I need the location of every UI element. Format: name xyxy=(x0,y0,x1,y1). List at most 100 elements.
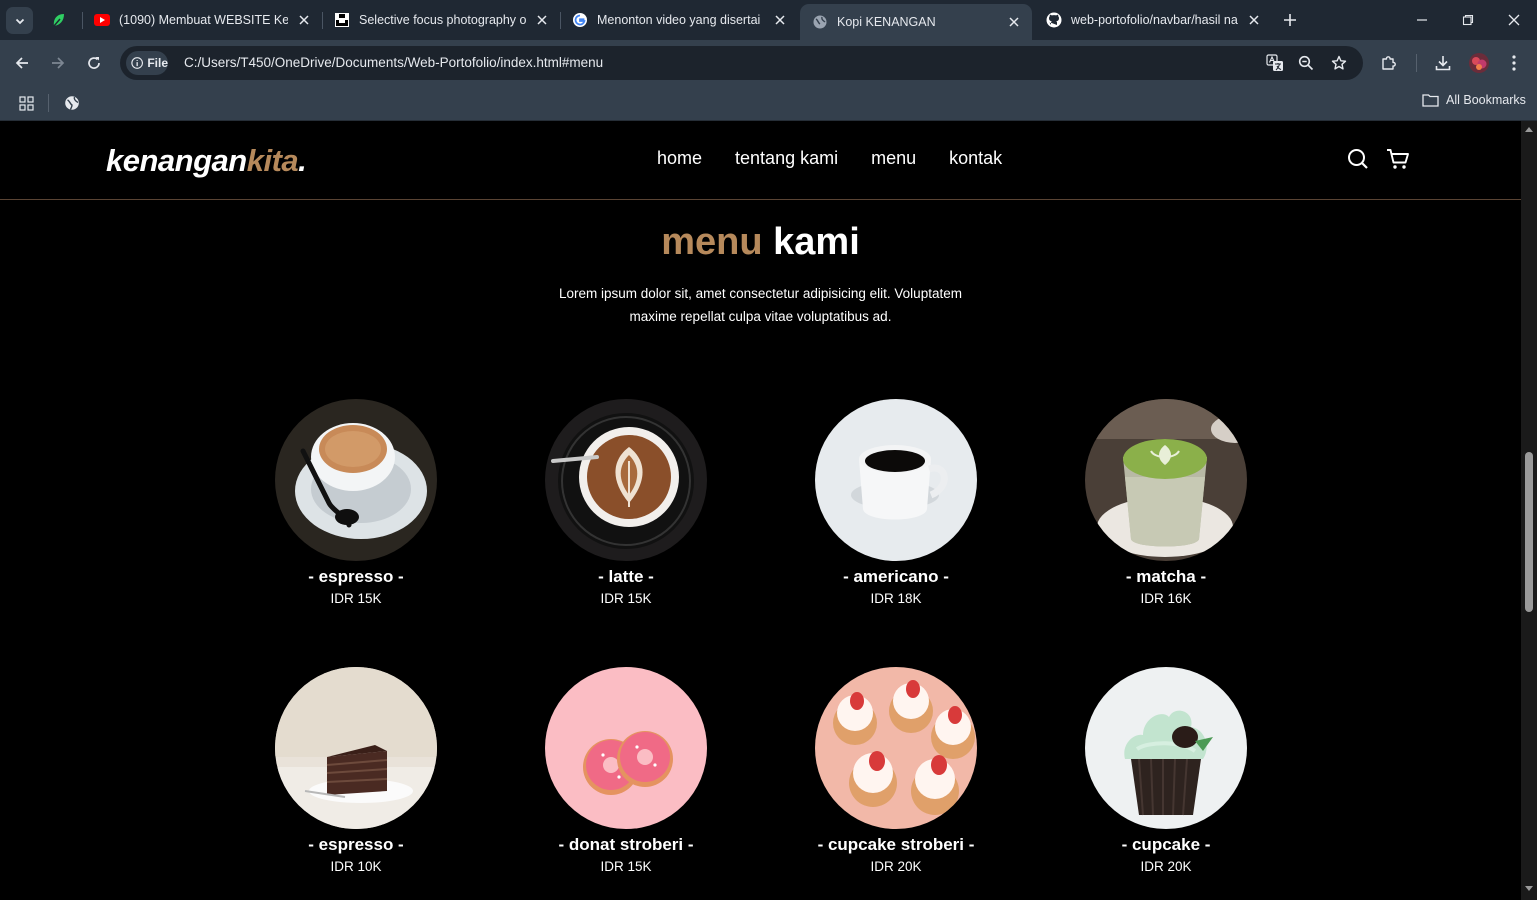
espresso-image xyxy=(275,399,437,561)
all-bookmarks-label: All Bookmarks xyxy=(1446,93,1526,107)
google-icon xyxy=(572,12,588,28)
chevron-down-icon xyxy=(15,18,24,24)
reload-icon xyxy=(88,57,100,69)
nav-links: home tentang kami menu kontak xyxy=(657,148,1035,169)
apps-button[interactable] xyxy=(15,92,37,114)
address-bar[interactable]: File C:/Users/T450/OneDrive/Documents/We… xyxy=(120,46,1363,80)
back-button[interactable] xyxy=(9,50,35,76)
logo-accent: kita xyxy=(246,143,299,178)
bookmarks-bar: All Bookmarks xyxy=(0,86,1537,121)
close-tab-icon[interactable] xyxy=(534,12,550,28)
menu-card[interactable]: - espresso - IDR 10K xyxy=(236,667,476,874)
logo-main: kenangan xyxy=(106,143,247,178)
logo-dot: . xyxy=(298,143,307,178)
tab-title: (1090) Membuat WEBSITE Kedai xyxy=(119,13,288,27)
web-page: kenangankita. home tentang kami menu kon… xyxy=(0,121,1521,900)
close-tab-icon[interactable] xyxy=(296,12,312,28)
search-icon xyxy=(1348,149,1368,169)
arrow-right-icon xyxy=(52,57,65,69)
menu-card[interactable]: - espresso - IDR 15K xyxy=(236,399,476,606)
menu-item-price: IDR 20K xyxy=(870,859,922,874)
minimize-button[interactable] xyxy=(1410,8,1434,32)
menu-item-name: - latte - xyxy=(598,567,654,586)
apps-grid-icon xyxy=(18,95,34,111)
tab-unsplash[interactable]: Selective focus photography of xyxy=(322,6,560,34)
menu-card[interactable]: - donat stroberi - IDR 15K xyxy=(506,667,746,874)
close-tab-icon[interactable] xyxy=(1246,12,1262,28)
nav-link-menu[interactable]: menu xyxy=(871,148,916,169)
page-scrollbar[interactable] xyxy=(1521,121,1537,900)
menu-heading: menu kami xyxy=(0,221,1521,264)
globe-icon xyxy=(812,14,828,30)
youtube-icon xyxy=(94,12,110,28)
unsplash-icon xyxy=(334,12,350,28)
translate-icon xyxy=(1266,54,1283,71)
matcha-image xyxy=(1085,399,1247,561)
tab-strip: (1090) Membuat WEBSITE Kedai Selective f… xyxy=(0,0,1537,40)
nav-link-home[interactable]: home xyxy=(657,148,702,169)
globe-icon xyxy=(65,96,79,110)
bookmark-globe[interactable] xyxy=(61,92,83,114)
close-tab-icon[interactable] xyxy=(1006,14,1022,30)
url-text[interactable]: C:/Users/T450/OneDrive/Documents/Web-Por… xyxy=(184,55,603,70)
info-icon xyxy=(131,57,144,69)
site-search-button[interactable] xyxy=(1345,146,1371,172)
bookmark-star-button[interactable] xyxy=(1329,53,1349,73)
site-logo[interactable]: kenangankita. xyxy=(106,143,307,179)
menu-card[interactable]: - latte - IDR 15K xyxy=(506,399,746,606)
folder-icon xyxy=(1422,94,1439,107)
puzzle-icon xyxy=(1382,56,1396,70)
tab-search-button[interactable] xyxy=(6,7,33,34)
toolbar-divider xyxy=(1416,54,1417,72)
shopping-cart-button[interactable] xyxy=(1385,146,1411,172)
close-tab-icon[interactable] xyxy=(772,12,788,28)
menu-item-name: - cupcake stroberi - xyxy=(817,835,975,854)
tab-title: web-portofolio/navbar/hasil na xyxy=(1071,13,1238,27)
site-info-chip[interactable]: File xyxy=(126,51,168,75)
browser-toolbar: File C:/Users/T450/OneDrive/Documents/We… xyxy=(0,40,1537,86)
restore-button[interactable] xyxy=(1456,8,1480,32)
menu-card[interactable]: - cupcake stroberi - IDR 20K xyxy=(776,667,1016,874)
downloads-button[interactable] xyxy=(1431,51,1455,75)
tab-kopi-kenangan[interactable]: Kopi KENANGAN xyxy=(800,4,1032,40)
tab-title: Menonton video yang disertai p xyxy=(597,13,764,27)
tab-google[interactable]: Menonton video yang disertai p xyxy=(560,6,798,34)
site-chip-label: File xyxy=(147,56,168,70)
tab-youtube[interactable]: (1090) Membuat WEBSITE Kedai xyxy=(82,6,322,34)
star-icon xyxy=(1331,55,1347,70)
menu-item-name: - matcha - xyxy=(1125,567,1207,586)
menu-item-price: IDR 10K xyxy=(330,859,382,874)
menu-item-name: - espresso - xyxy=(308,835,404,854)
nav-link-kontak[interactable]: kontak xyxy=(949,148,1002,169)
download-icon xyxy=(1435,56,1451,71)
profile-button[interactable] xyxy=(1467,51,1491,75)
tab-github[interactable]: web-portofolio/navbar/hasil na xyxy=(1034,6,1272,34)
reload-button[interactable] xyxy=(81,50,107,76)
new-tab-button[interactable] xyxy=(1279,9,1301,31)
menu-heading-rest: kami xyxy=(773,221,860,263)
menu-card[interactable]: - matcha - IDR 16K xyxy=(1046,399,1286,606)
extensions-button[interactable] xyxy=(1377,51,1401,75)
menu-card[interactable]: - americano - IDR 18K xyxy=(776,399,1016,606)
americano-image xyxy=(815,399,977,561)
nav-link-tentang-kami[interactable]: tentang kami xyxy=(735,148,838,169)
scroll-down-arrow-icon[interactable] xyxy=(1524,884,1534,894)
browser-menu-button[interactable] xyxy=(1502,51,1526,75)
all-bookmarks-button[interactable]: All Bookmarks xyxy=(1422,93,1526,107)
scroll-up-arrow-icon[interactable] xyxy=(1524,124,1534,134)
scrollbar-thumb[interactable] xyxy=(1525,452,1533,612)
menu-item-name: - espresso - xyxy=(308,567,404,586)
menu-item-price: IDR 15K xyxy=(600,859,652,874)
latte-image xyxy=(545,399,707,561)
translate-button[interactable] xyxy=(1265,53,1285,73)
forward-button[interactable] xyxy=(45,50,71,76)
close-window-button[interactable] xyxy=(1502,8,1526,32)
close-icon xyxy=(1508,14,1520,26)
cupcake-image xyxy=(1085,667,1247,829)
menu-item-name: - cupcake - xyxy=(1121,835,1211,854)
menu-card[interactable]: - cupcake - IDR 20K xyxy=(1046,667,1286,874)
tab-title: Selective focus photography of xyxy=(359,13,526,27)
pinned-tab[interactable] xyxy=(46,8,72,32)
zoom-button[interactable] xyxy=(1296,53,1316,73)
extension-leaf-icon xyxy=(53,14,64,27)
